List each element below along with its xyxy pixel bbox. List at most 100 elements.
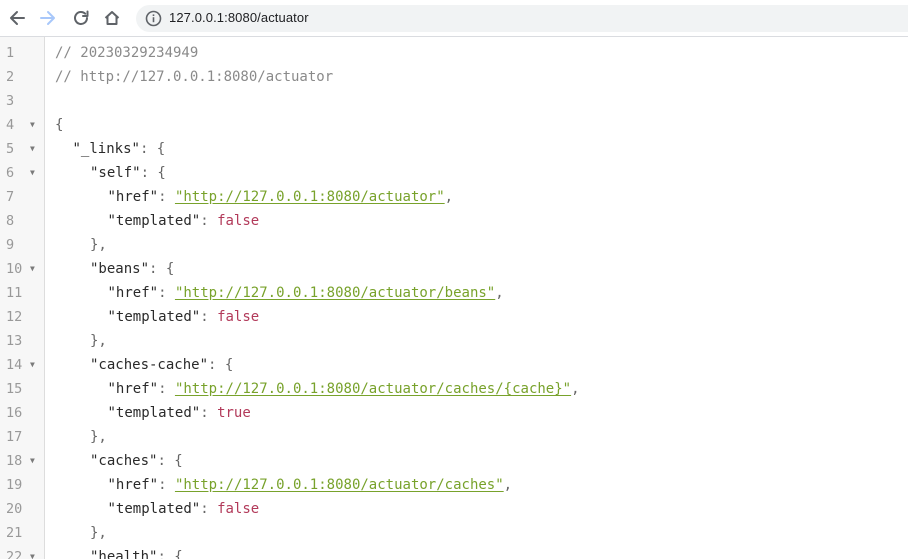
line-number: 2 (6, 69, 15, 85)
line-content: }, (55, 329, 107, 353)
json-boolean: false (217, 309, 260, 325)
json-key: "templated" (107, 405, 201, 421)
json-punctuation: : { (149, 261, 175, 277)
line-content: "href": "http://127.0.0.1:8080/actuator/… (55, 281, 504, 305)
code-line: 14 ▼ "caches-cache": { (0, 353, 908, 377)
json-key: "templated" (107, 213, 201, 229)
json-link[interactable]: "http://127.0.0.1:8080/actuator" (175, 189, 445, 205)
line-number: 21 (6, 525, 23, 541)
json-punctuation: : (200, 309, 218, 325)
json-boolean: false (217, 213, 260, 229)
line-number: 9 (6, 237, 15, 253)
code-line: 16 "templated": true (0, 401, 908, 425)
fold-toggle-icon[interactable]: ▼ (30, 257, 35, 281)
line-content: "templated": false (55, 497, 260, 521)
json-punctuation: { (55, 117, 64, 133)
line-content: "href": "http://127.0.0.1:8080/actuator"… (55, 185, 454, 209)
json-punctuation: : (158, 381, 175, 397)
info-icon[interactable] (145, 10, 162, 27)
line-number: 13 (6, 333, 23, 349)
json-link[interactable]: "http://127.0.0.1:8080/actuator/caches/{… (175, 381, 571, 397)
code-line: 19 "href": "http://127.0.0.1:8080/actuato… (0, 473, 908, 497)
home-button[interactable] (100, 6, 124, 30)
line-number: 10 (6, 261, 23, 277)
json-key: "health" (90, 549, 158, 559)
line-content: }, (55, 233, 107, 257)
line-number: 7 (6, 189, 15, 205)
json-punctuation: : (200, 501, 218, 517)
line-content: "templated": false (55, 209, 260, 233)
address-bar[interactable]: 127.0.0.1:8080/actuator (136, 5, 908, 32)
line-number: 5 (6, 141, 15, 157)
code-line: 5 ▼ "_links": { (0, 137, 908, 161)
line-content: "href": "http://127.0.0.1:8080/actuator/… (55, 473, 513, 497)
json-link[interactable]: "http://127.0.0.1:8080/actuator/caches" (175, 477, 504, 493)
code-line: 6 ▼ "self": { (0, 161, 908, 185)
json-key: "templated" (107, 501, 201, 517)
fold-toggle-icon[interactable]: ▼ (30, 113, 35, 137)
line-number: 1 (6, 45, 15, 61)
line-content: "templated": false (55, 305, 260, 329)
code-line: 15 "href": "http://127.0.0.1:8080/actuato… (0, 377, 908, 401)
fold-toggle-icon[interactable]: ▼ (30, 353, 35, 377)
code-line: 2 // http://127.0.0.1:8080/actuator (0, 65, 908, 89)
line-content: "caches-cache": { (55, 353, 233, 377)
json-punctuation: : (158, 189, 175, 205)
json-punctuation: : (158, 285, 175, 301)
line-number: 18 (6, 453, 23, 469)
json-comment: // 20230329234949 (55, 45, 199, 61)
fold-toggle-icon[interactable]: ▼ (30, 137, 35, 161)
forward-button[interactable] (36, 6, 60, 30)
line-content: // 20230329234949 (55, 41, 198, 65)
json-link[interactable]: "http://127.0.0.1:8080/actuator/beans" (175, 285, 495, 301)
line-number: 4 (6, 117, 15, 133)
url-text[interactable]: 127.0.0.1:8080/actuator (169, 10, 309, 25)
json-punctuation: : (200, 213, 218, 229)
back-button[interactable] (5, 6, 29, 30)
line-content: }, (55, 425, 107, 449)
code-line: 4 ▼ { (0, 113, 908, 137)
json-punctuation: : { (140, 165, 166, 181)
json-key: "beans" (90, 261, 150, 277)
fold-toggle-icon[interactable]: ▼ (30, 449, 35, 473)
json-punctuation: , (495, 285, 504, 301)
line-number: 16 (6, 405, 23, 421)
json-boolean: true (217, 405, 251, 421)
code-line: 9}, (0, 233, 908, 257)
arrow-right-icon (40, 11, 55, 25)
line-number: 20 (6, 501, 23, 517)
line-number: 12 (6, 309, 23, 325)
json-comment: // http://127.0.0.1:8080/actuator (55, 69, 334, 85)
code-line: 21}, (0, 521, 908, 545)
code-line: 7 "href": "http://127.0.0.1:8080/actuator… (0, 185, 908, 209)
line-number: 14 (6, 357, 23, 373)
json-boolean: false (217, 501, 260, 517)
code-line: 22 ▼ "health": { (0, 545, 908, 559)
line-content: "caches": { (55, 449, 183, 473)
json-punctuation: , (444, 189, 454, 205)
code-line: 8 "templated": false (0, 209, 908, 233)
json-viewer: 1 // 20230329234949 2 // http://127.0.0.1:8… (0, 37, 908, 559)
reload-button[interactable] (69, 6, 93, 30)
line-number: 15 (6, 381, 23, 397)
line-number: 8 (6, 213, 15, 229)
code-line: 11 "href": "http://127.0.0.1:8080/actuato… (0, 281, 908, 305)
line-content: "href": "http://127.0.0.1:8080/actuator/… (55, 377, 580, 401)
fold-toggle-icon[interactable]: ▼ (30, 161, 35, 185)
code-line: 20 "templated": false (0, 497, 908, 521)
code-line: 10 ▼ "beans": { (0, 257, 908, 281)
json-key: "caches" (90, 453, 158, 469)
json-punctuation: : (158, 477, 175, 493)
json-punctuation: , (503, 477, 513, 493)
line-number: 3 (6, 93, 15, 109)
code-line: 17}, (0, 425, 908, 449)
line-content: "templated": true (55, 401, 251, 425)
home-icon (104, 11, 120, 25)
fold-toggle-icon[interactable]: ▼ (30, 545, 35, 559)
line-content: { (55, 113, 63, 137)
json-punctuation: : { (139, 141, 166, 157)
json-punctuation: : { (157, 453, 183, 469)
json-key: "href" (107, 189, 159, 205)
arrow-left-icon (10, 11, 25, 25)
line-number: 22 (6, 549, 23, 559)
